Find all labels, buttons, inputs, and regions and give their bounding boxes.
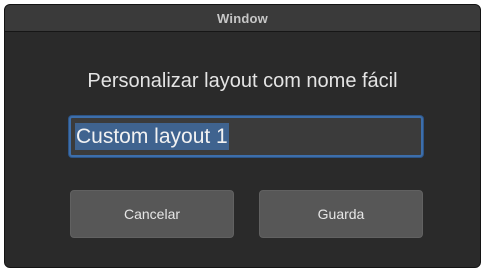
prompt-label: Personalizar layout com nome fácil [87,70,398,92]
layout-name-input[interactable]: Custom layout 1 [69,116,423,157]
dialog-window: Window Personalizar layout com nome fáci… [4,4,481,268]
title-bar[interactable]: Window [5,5,480,32]
save-button[interactable]: Guarda [259,190,423,238]
layout-name-value[interactable]: Custom layout 1 [75,123,229,150]
dialog-content: Personalizar layout com nome fácil Custo… [5,32,480,267]
window-title: Window [217,10,268,26]
cancel-button[interactable]: Cancelar [70,190,234,238]
